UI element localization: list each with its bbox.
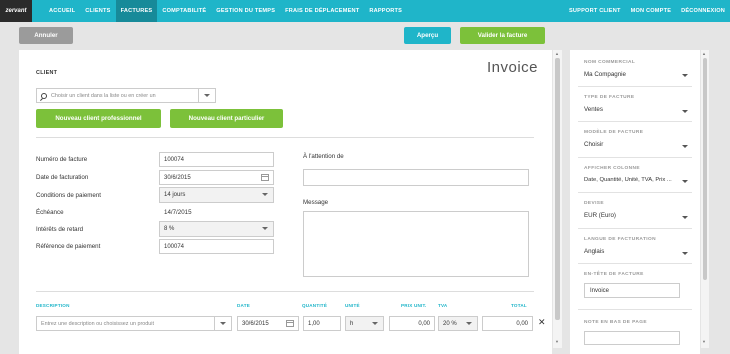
nav-right-group: SUPPORT CLIENT MON COMPTE DÉCONNEXION xyxy=(564,0,730,22)
scrollbar-thumb[interactable] xyxy=(555,58,560,320)
nav-mon-compte[interactable]: MON COMPTE xyxy=(626,0,677,22)
remove-line-icon[interactable]: ✕ xyxy=(538,317,546,328)
nav-deconnexion[interactable]: DÉCONNEXION xyxy=(676,0,730,22)
line-vat-select[interactable]: 20 % xyxy=(438,316,478,331)
new-pro-client-button[interactable]: Nouveau client professionnel xyxy=(36,109,161,128)
footer-note-label: NOTE EN BAS DE PAGE xyxy=(584,320,647,325)
message-label: Message xyxy=(303,199,329,206)
invoice-settings-sidebar: NOM COMMERCIAL Ma Compagnie TYPE DE FACT… xyxy=(570,50,700,354)
top-navigation: zervant ACCUEIL CLIENTS FACTURES COMPTAB… xyxy=(0,0,730,22)
trade-name-select[interactable]: Ma Compagnie xyxy=(584,71,626,78)
columns-label: AFFICHER COLONNE xyxy=(584,166,640,171)
invoice-date-label: Date de facturation xyxy=(36,174,89,181)
invoice-editor: Invoice CLIENT Choisir un client dans la… xyxy=(19,50,552,354)
cancel-button[interactable]: Annuler xyxy=(19,27,73,44)
search-icon xyxy=(41,92,47,99)
nav-gestion-du-temps[interactable]: GESTION DU TEMPS xyxy=(211,0,280,22)
nav-accueil[interactable]: ACCUEIL xyxy=(44,0,80,22)
chevron-down-icon xyxy=(262,193,268,196)
col-description: DESCRIPTION xyxy=(36,303,70,308)
payment-terms-label: Conditions de paiement xyxy=(36,192,102,199)
scroll-up-icon[interactable]: ▲ xyxy=(555,51,559,56)
col-unit: UNITÉ xyxy=(345,303,360,308)
template-label: MODÈLE DE FACTURE xyxy=(584,130,644,135)
invoice-type-label: TYPE DE FACTURE xyxy=(584,95,635,100)
line-unit-select[interactable]: h xyxy=(345,316,384,331)
invoice-number-label: Numéro de facture xyxy=(36,156,88,163)
currency-label: DEVISE xyxy=(584,201,604,206)
client-search-placeholder: Choisir un client dans la liste ou en cr… xyxy=(51,92,156,99)
col-date: DATE xyxy=(237,303,250,308)
late-interest-label: Intérêts de retard xyxy=(36,226,84,233)
trade-name-label: NOM COMMERCIAL xyxy=(584,60,636,65)
col-vat: TVA xyxy=(438,303,448,308)
payment-reference-field[interactable]: 100074 xyxy=(159,239,274,254)
scroll-up-icon[interactable]: ▲ xyxy=(702,51,706,56)
currency-select[interactable]: EUR (Euro) xyxy=(584,212,616,219)
divider xyxy=(36,137,534,138)
main-scrollbar[interactable]: ▲ ▼ xyxy=(553,50,562,348)
chevron-down-icon[interactable] xyxy=(682,145,688,148)
calendar-icon[interactable] xyxy=(286,320,294,327)
invoice-header-field[interactable]: Invoice xyxy=(584,283,680,298)
message-textarea[interactable] xyxy=(303,211,529,277)
zervant-logo[interactable]: zervant xyxy=(0,0,32,22)
col-total: TOTAL xyxy=(511,303,527,308)
nav-frais-de-deplacement[interactable]: FRAIS DE DÉPLACEMENT xyxy=(280,0,364,22)
nav-comptabilite[interactable]: COMPTABILITÉ xyxy=(157,0,211,22)
attention-field[interactable] xyxy=(303,169,529,186)
invoice-number-field[interactable]: 100074 xyxy=(159,152,274,167)
chevron-down-icon[interactable] xyxy=(682,110,688,113)
nav-factures[interactable]: FACTURES xyxy=(115,0,158,22)
client-select[interactable]: Choisir un client dans la liste ou en cr… xyxy=(36,88,216,103)
new-private-client-button[interactable]: Nouveau client particulier xyxy=(170,109,283,128)
calendar-icon[interactable] xyxy=(261,174,269,181)
payment-reference-label: Référence de paiement xyxy=(36,243,101,250)
sidebar-scrollbar[interactable]: ▲ ▼ xyxy=(701,50,709,348)
footer-note-field[interactable] xyxy=(584,331,680,345)
columns-select[interactable]: Date, Quantité, Unité, TVA, Prix ... xyxy=(584,177,688,183)
divider xyxy=(36,291,534,292)
header-label: EN-TÊTE DE FACTURE xyxy=(584,272,644,277)
line-quantity-field[interactable]: 1,00 xyxy=(303,316,341,331)
chevron-down-icon xyxy=(372,322,378,325)
chevron-down-icon[interactable] xyxy=(204,94,210,97)
late-interest-select[interactable]: 8 % xyxy=(159,221,274,237)
line-description-select[interactable]: Entrez une description ou choisissez un … xyxy=(36,316,232,331)
chevron-down-icon xyxy=(220,322,226,325)
nav-clients[interactable]: CLIENTS xyxy=(80,0,115,22)
col-unit-price: PRIX UNIT. xyxy=(401,303,427,308)
language-label: LANGUE DE FACTURATION xyxy=(584,237,657,242)
chevron-down-icon[interactable] xyxy=(682,180,688,183)
line-total-field[interactable]: 0,00 xyxy=(482,316,533,331)
line-date-field[interactable]: 30/6/2015 xyxy=(237,316,299,331)
scrollbar-thumb[interactable] xyxy=(703,58,707,280)
chevron-down-icon[interactable] xyxy=(682,74,688,77)
client-section-label: CLIENT xyxy=(36,70,58,76)
line-unit-price-field[interactable]: 0,00 xyxy=(389,316,435,331)
due-date-value: 14/7/2015 xyxy=(164,209,192,216)
invoice-title: Invoice xyxy=(486,59,538,76)
preview-button[interactable]: Aperçu xyxy=(404,27,451,44)
chevron-down-icon[interactable] xyxy=(682,216,688,219)
payment-terms-select[interactable]: 14 jours xyxy=(159,187,274,203)
attention-label: À l'attention de xyxy=(303,153,344,160)
language-select[interactable]: Anglais xyxy=(584,248,604,255)
chevron-down-icon xyxy=(466,322,472,325)
validate-invoice-button[interactable]: Valider la facture xyxy=(460,27,545,44)
template-select[interactable]: Choisir xyxy=(584,141,603,148)
due-date-label: Échéance xyxy=(36,209,64,216)
invoice-type-select[interactable]: Ventes xyxy=(584,106,603,113)
scroll-down-icon[interactable]: ▼ xyxy=(555,339,559,344)
scroll-down-icon[interactable]: ▼ xyxy=(702,339,706,344)
invoice-date-field[interactable]: 30/6/2015 xyxy=(159,170,274,185)
nav-support-client[interactable]: SUPPORT CLIENT xyxy=(564,0,626,22)
chevron-down-icon xyxy=(262,227,268,230)
nav-rapports[interactable]: RAPPORTS xyxy=(364,0,407,22)
chevron-down-icon[interactable] xyxy=(682,252,688,255)
col-quantity: QUANTITÉ xyxy=(302,303,328,308)
